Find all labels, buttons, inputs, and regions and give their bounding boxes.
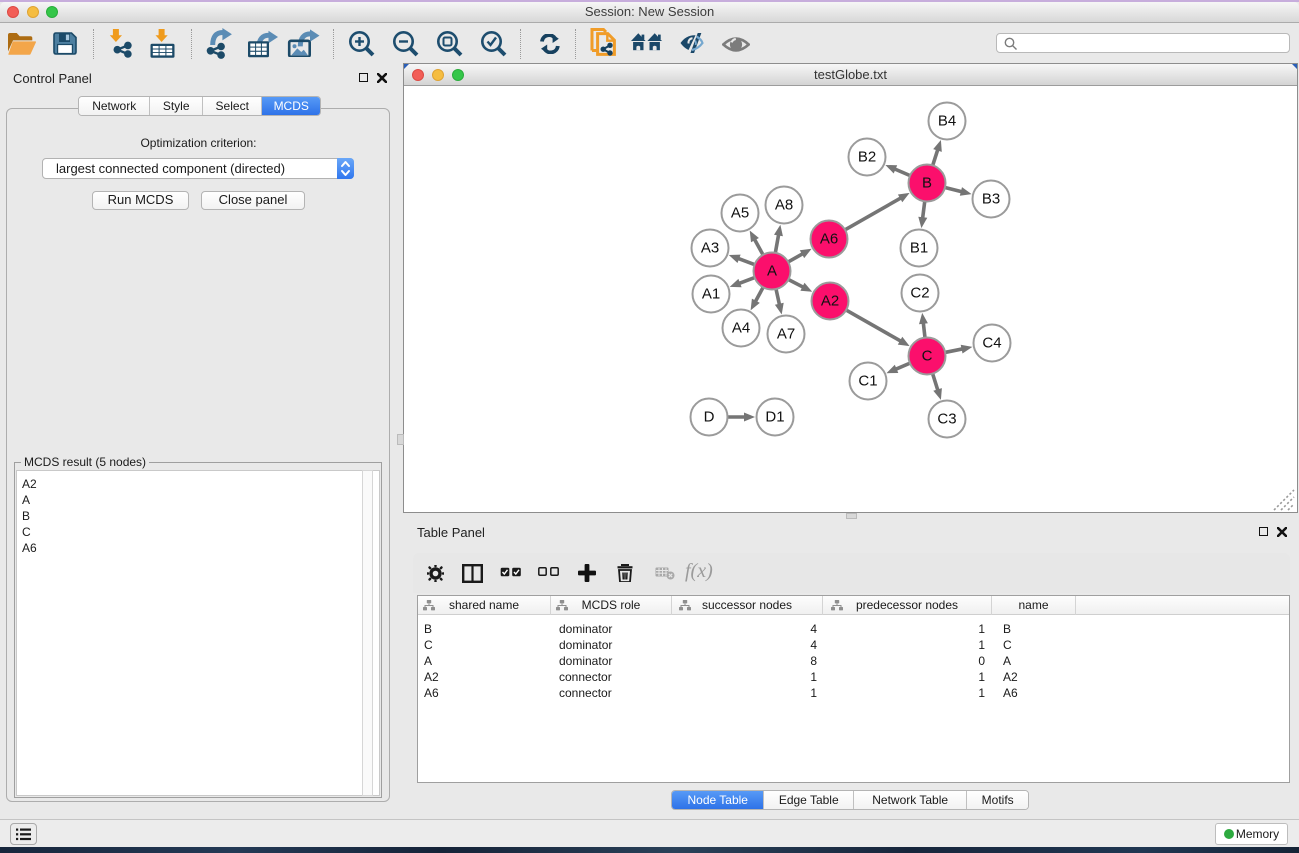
svg-text:A5: A5 bbox=[731, 205, 749, 222]
svg-text:A6: A6 bbox=[820, 231, 838, 248]
svg-text:C: C bbox=[922, 348, 933, 365]
svg-text:A7: A7 bbox=[777, 326, 795, 343]
svg-text:A4: A4 bbox=[732, 320, 750, 337]
svg-text:C2: C2 bbox=[910, 285, 929, 302]
svg-text:C4: C4 bbox=[982, 335, 1001, 352]
svg-text:A: A bbox=[767, 263, 777, 280]
svg-text:A2: A2 bbox=[821, 293, 839, 310]
svg-text:A3: A3 bbox=[701, 240, 719, 257]
svg-text:D1: D1 bbox=[765, 409, 784, 426]
svg-text:C3: C3 bbox=[937, 411, 956, 428]
svg-text:A1: A1 bbox=[702, 286, 720, 303]
svg-text:B4: B4 bbox=[938, 113, 956, 130]
svg-text:D: D bbox=[704, 409, 715, 426]
svg-text:C1: C1 bbox=[858, 373, 877, 390]
svg-text:B1: B1 bbox=[910, 240, 928, 257]
svg-text:B3: B3 bbox=[982, 191, 1000, 208]
svg-text:A8: A8 bbox=[775, 197, 793, 214]
svg-text:B2: B2 bbox=[858, 149, 876, 166]
svg-text:B: B bbox=[922, 175, 932, 192]
